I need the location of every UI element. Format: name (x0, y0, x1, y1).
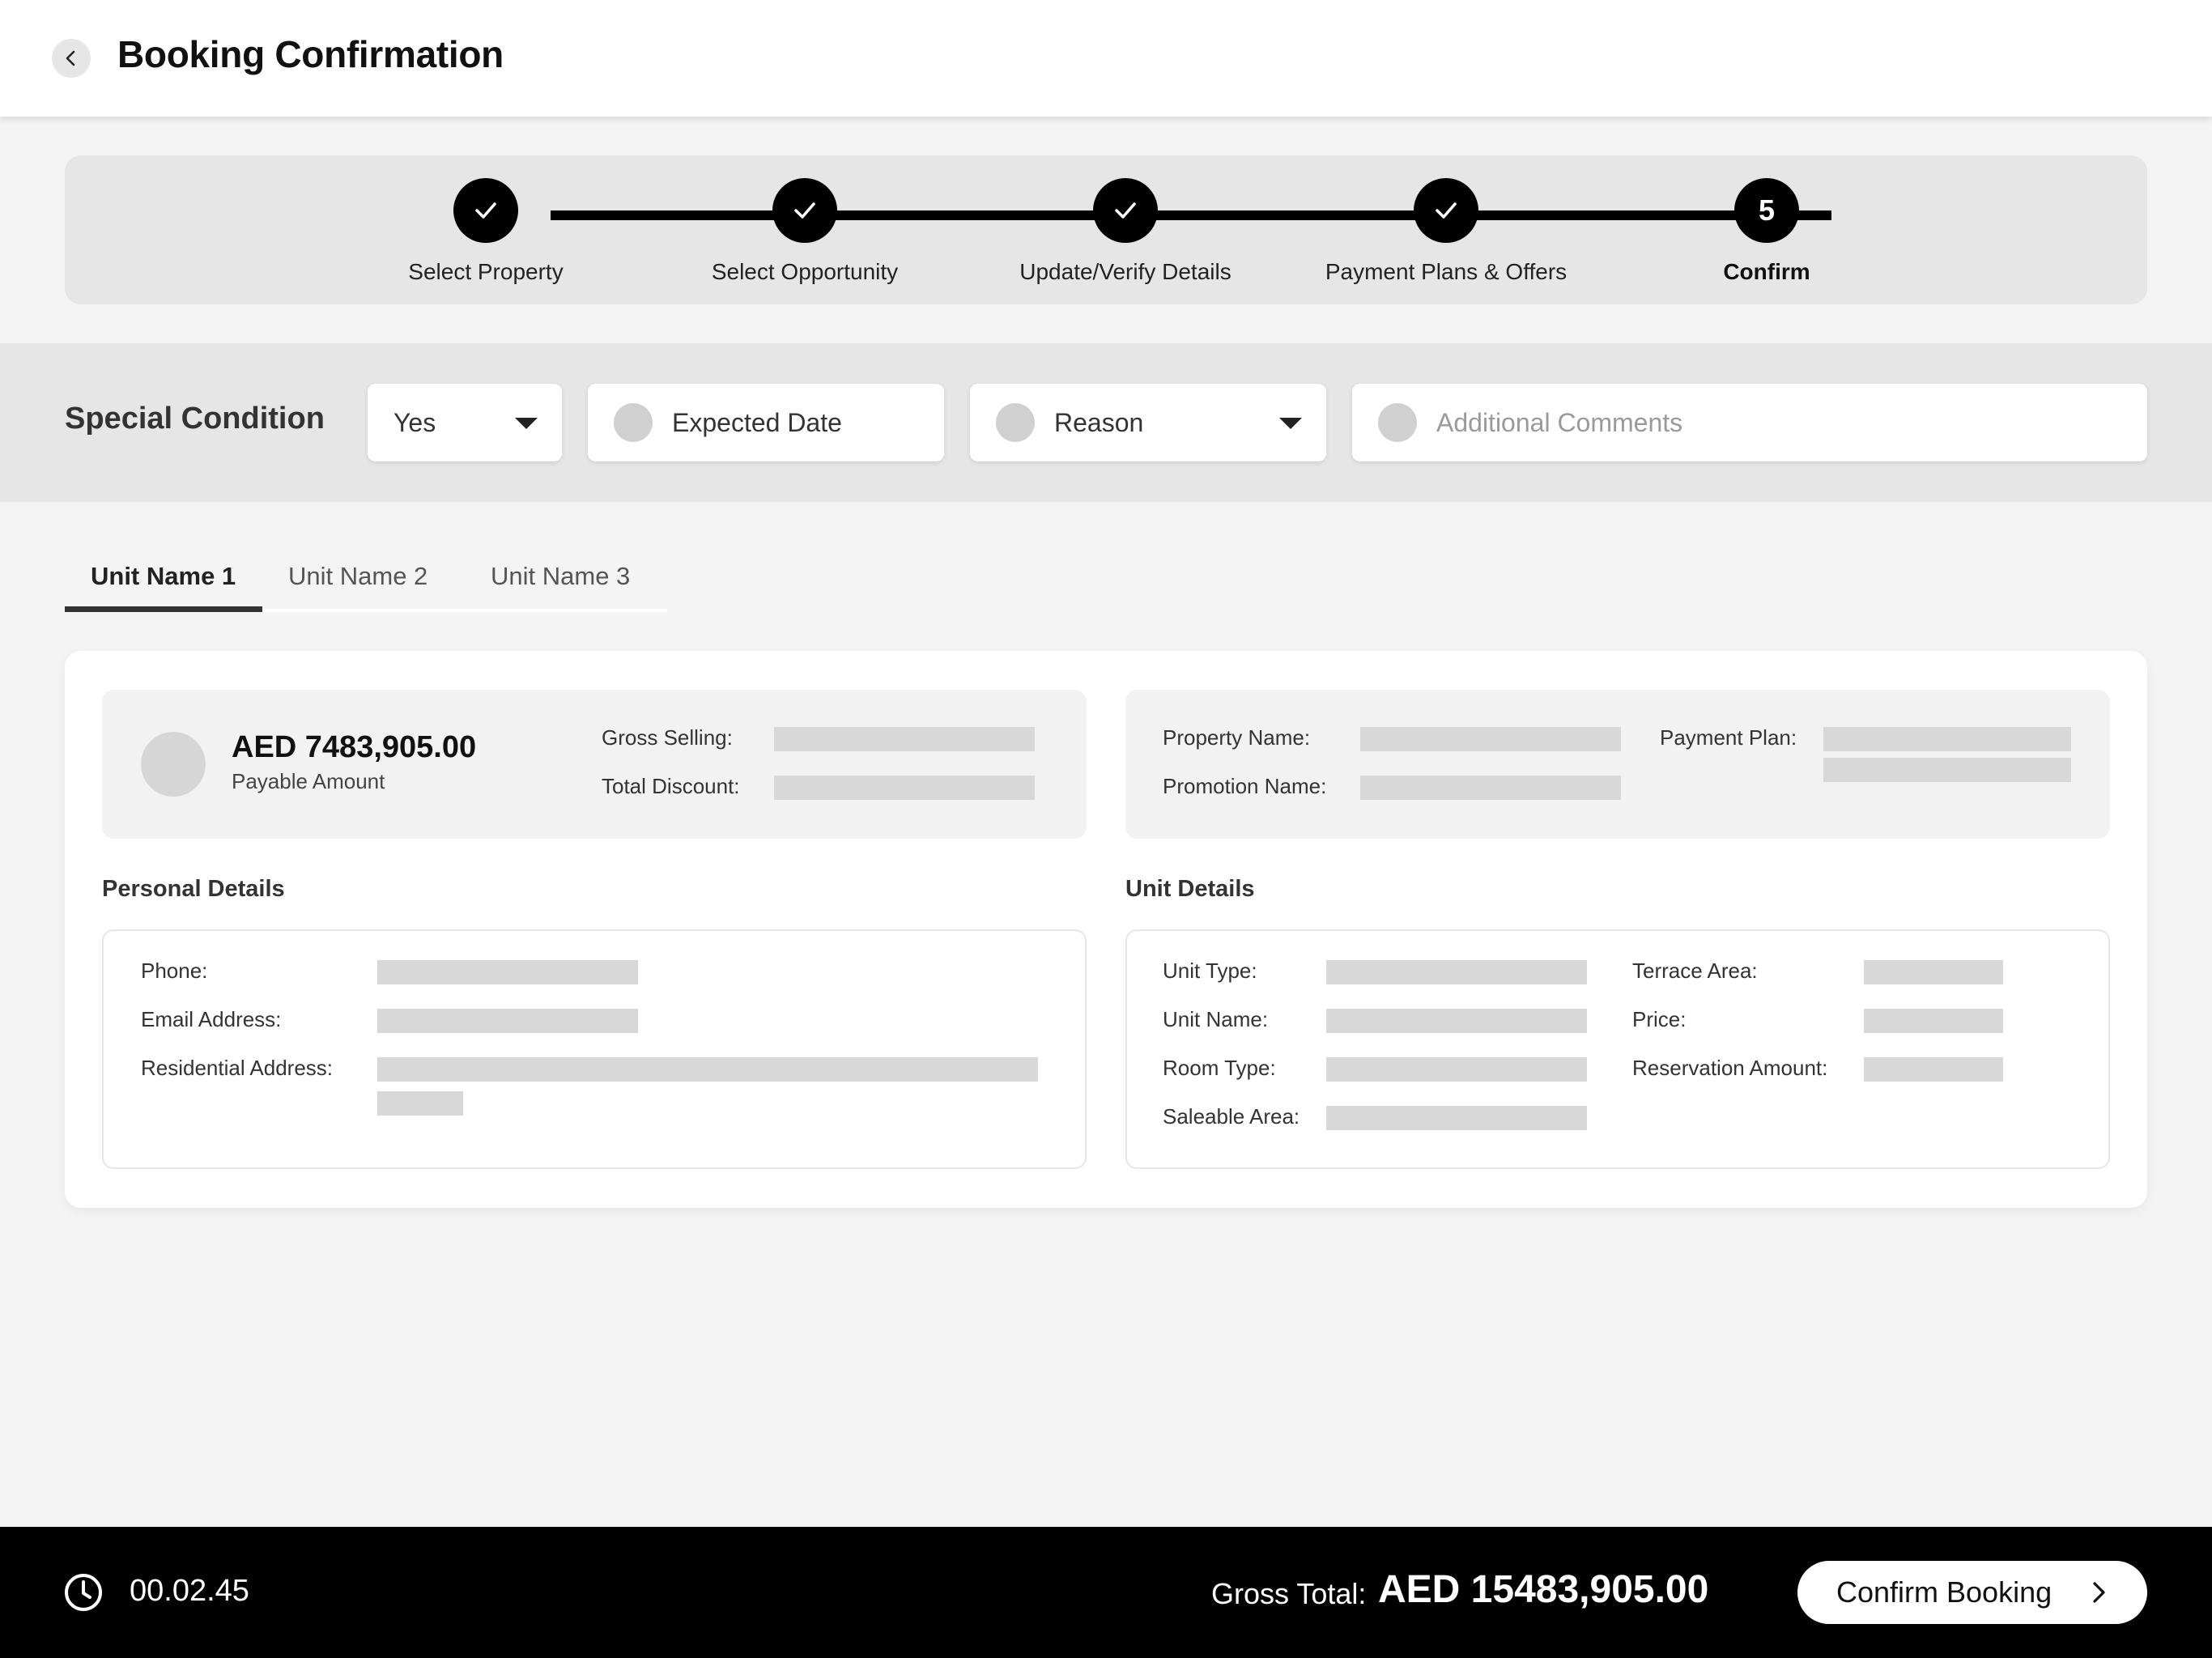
special-condition-title: Special Condition (65, 402, 325, 436)
reason-icon (996, 403, 1035, 442)
page-title: Booking Confirmation (117, 33, 504, 75)
step-payment-plans-offers[interactable]: Payment Plans & Offers (1284, 178, 1608, 285)
chevron-right-icon (2093, 1582, 2105, 1603)
reservation-amount-value-placeholder (1864, 1057, 2003, 1082)
chevron-left-icon (66, 50, 75, 66)
checkmark-icon (1436, 202, 1457, 219)
amount-icon (141, 732, 206, 797)
terrace-area-label: Terrace Area: (1632, 959, 1758, 983)
property-info-panel: Property Name: Promotion Name: Payment P… (1125, 690, 2110, 839)
expected-date-field[interactable]: Expected Date (588, 384, 944, 461)
room-type-label: Room Type: (1163, 1056, 1276, 1080)
total-discount-value-placeholder (774, 776, 1035, 800)
unit-details-title: Unit Details (1125, 876, 1255, 902)
comments-placeholder: Additional Comments (1436, 407, 1683, 437)
special-condition-select[interactable]: Yes (368, 384, 562, 461)
checkmark-icon (475, 202, 496, 219)
promotion-name-label: Promotion Name: (1163, 774, 1327, 798)
tab-unit-name-1[interactable]: Unit Name 1 (91, 562, 236, 591)
payable-amount-panel: AED 7483,905.00 Payable Amount Gross Sel… (102, 690, 1087, 839)
special-condition-bar: Special Condition Yes Expected Date Reas… (0, 343, 2212, 502)
phone-value-placeholder (377, 960, 638, 984)
step-label: Confirm (1723, 259, 1810, 284)
step-select-property[interactable]: Select Property (324, 178, 648, 285)
step-label: Select Opportunity (711, 259, 899, 284)
session-timer: 00.02.45 (130, 1574, 249, 1608)
comment-icon (1378, 403, 1417, 442)
unit-type-label: Unit Type: (1163, 959, 1257, 983)
checkmark-icon (794, 202, 815, 219)
payment-plan-value-placeholder (1823, 758, 2071, 782)
payment-plan-value-placeholder (1823, 727, 2071, 751)
payable-amount-value: AED 7483,905.00 (232, 730, 477, 764)
room-type-value-placeholder (1326, 1057, 1587, 1082)
step-complete-circle (453, 178, 518, 243)
caret-down-icon (1279, 418, 1302, 429)
calendar-icon (614, 403, 653, 442)
active-tab-indicator (65, 606, 262, 612)
gross-selling-label: Gross Selling: (602, 725, 733, 750)
property-name-label: Property Name: (1163, 725, 1311, 750)
unit-type-value-placeholder (1326, 960, 1587, 984)
step-number-circle: 5 (1734, 178, 1799, 243)
step-complete-circle (772, 178, 837, 243)
unit-details-box: Unit Type: Unit Name: Room Type: Saleabl… (1125, 929, 2110, 1169)
price-label: Price: (1632, 1007, 1687, 1031)
reason-select[interactable]: Reason (970, 384, 1326, 461)
step-complete-circle (1414, 178, 1478, 243)
step-label: Payment Plans & Offers (1325, 259, 1568, 284)
reservation-amount-label: Reservation Amount: (1632, 1056, 1828, 1080)
residential-address-label: Residential Address: (141, 1056, 334, 1080)
unit-name-label: Unit Name: (1163, 1007, 1269, 1031)
checkmark-icon (1115, 202, 1136, 219)
step-label: Select Property (408, 259, 564, 284)
address-value-placeholder (377, 1057, 1038, 1082)
back-button[interactable] (52, 39, 91, 78)
booking-summary-card: AED 7483,905.00 Payable Amount Gross Sel… (65, 651, 2147, 1208)
reason-placeholder: Reason (1054, 407, 1144, 437)
address-value-placeholder (377, 1091, 463, 1116)
step-update-verify-details[interactable]: Update/Verify Details (963, 178, 1287, 285)
email-value-placeholder (377, 1009, 638, 1033)
saleable-area-value-placeholder (1326, 1106, 1587, 1130)
confirm-booking-button[interactable]: Confirm Booking (1797, 1561, 2147, 1624)
personal-details-box: Phone: Email Address: Residential Addres… (102, 929, 1087, 1169)
booking-footer: 00.02.45 Gross Total: AED 15483,905.00 C… (0, 1527, 2212, 1658)
total-discount-label: Total Discount: (602, 774, 740, 798)
email-label: Email Address: (141, 1007, 282, 1031)
unit-tabs: Unit Name 1 Unit Name 2 Unit Name 3 (65, 544, 667, 612)
tab-unit-name-2[interactable]: Unit Name 2 (288, 562, 428, 591)
phone-label: Phone: (141, 959, 208, 983)
app-header: Booking Confirmation (0, 0, 2212, 117)
price-value-placeholder (1864, 1009, 2003, 1033)
payment-plan-label: Payment Plan: (1660, 725, 1797, 750)
step-select-opportunity[interactable]: Select Opportunity (643, 178, 967, 285)
saleable-area-label: Saleable Area: (1163, 1104, 1300, 1129)
clock-icon (65, 1574, 102, 1611)
tab-unit-name-3[interactable]: Unit Name 3 (491, 562, 630, 591)
step-complete-circle (1093, 178, 1158, 243)
step-label: Update/Verify Details (1019, 259, 1231, 284)
confirm-booking-label: Confirm Booking (1836, 1575, 2052, 1609)
gross-total-value: AED 15483,905.00 (1378, 1568, 1709, 1611)
select-value: Yes (393, 407, 436, 437)
unit-name-value-placeholder (1326, 1009, 1587, 1033)
expected-date-placeholder: Expected Date (672, 407, 842, 437)
additional-comments-field[interactable]: Additional Comments (1352, 384, 2147, 461)
terrace-area-value-placeholder (1864, 960, 2003, 984)
property-name-value-placeholder (1360, 727, 1621, 751)
step-confirm[interactable]: 5 Confirm (1605, 178, 1929, 285)
progress-stepper: Select Property Select Opportunity Updat… (65, 155, 2147, 304)
payable-amount-label: Payable Amount (232, 769, 385, 793)
gross-selling-value-placeholder (774, 727, 1035, 751)
personal-details-title: Personal Details (102, 876, 285, 902)
gross-total-label: Gross Total: (1211, 1577, 1367, 1610)
promotion-name-value-placeholder (1360, 776, 1621, 800)
caret-down-icon (515, 418, 538, 429)
